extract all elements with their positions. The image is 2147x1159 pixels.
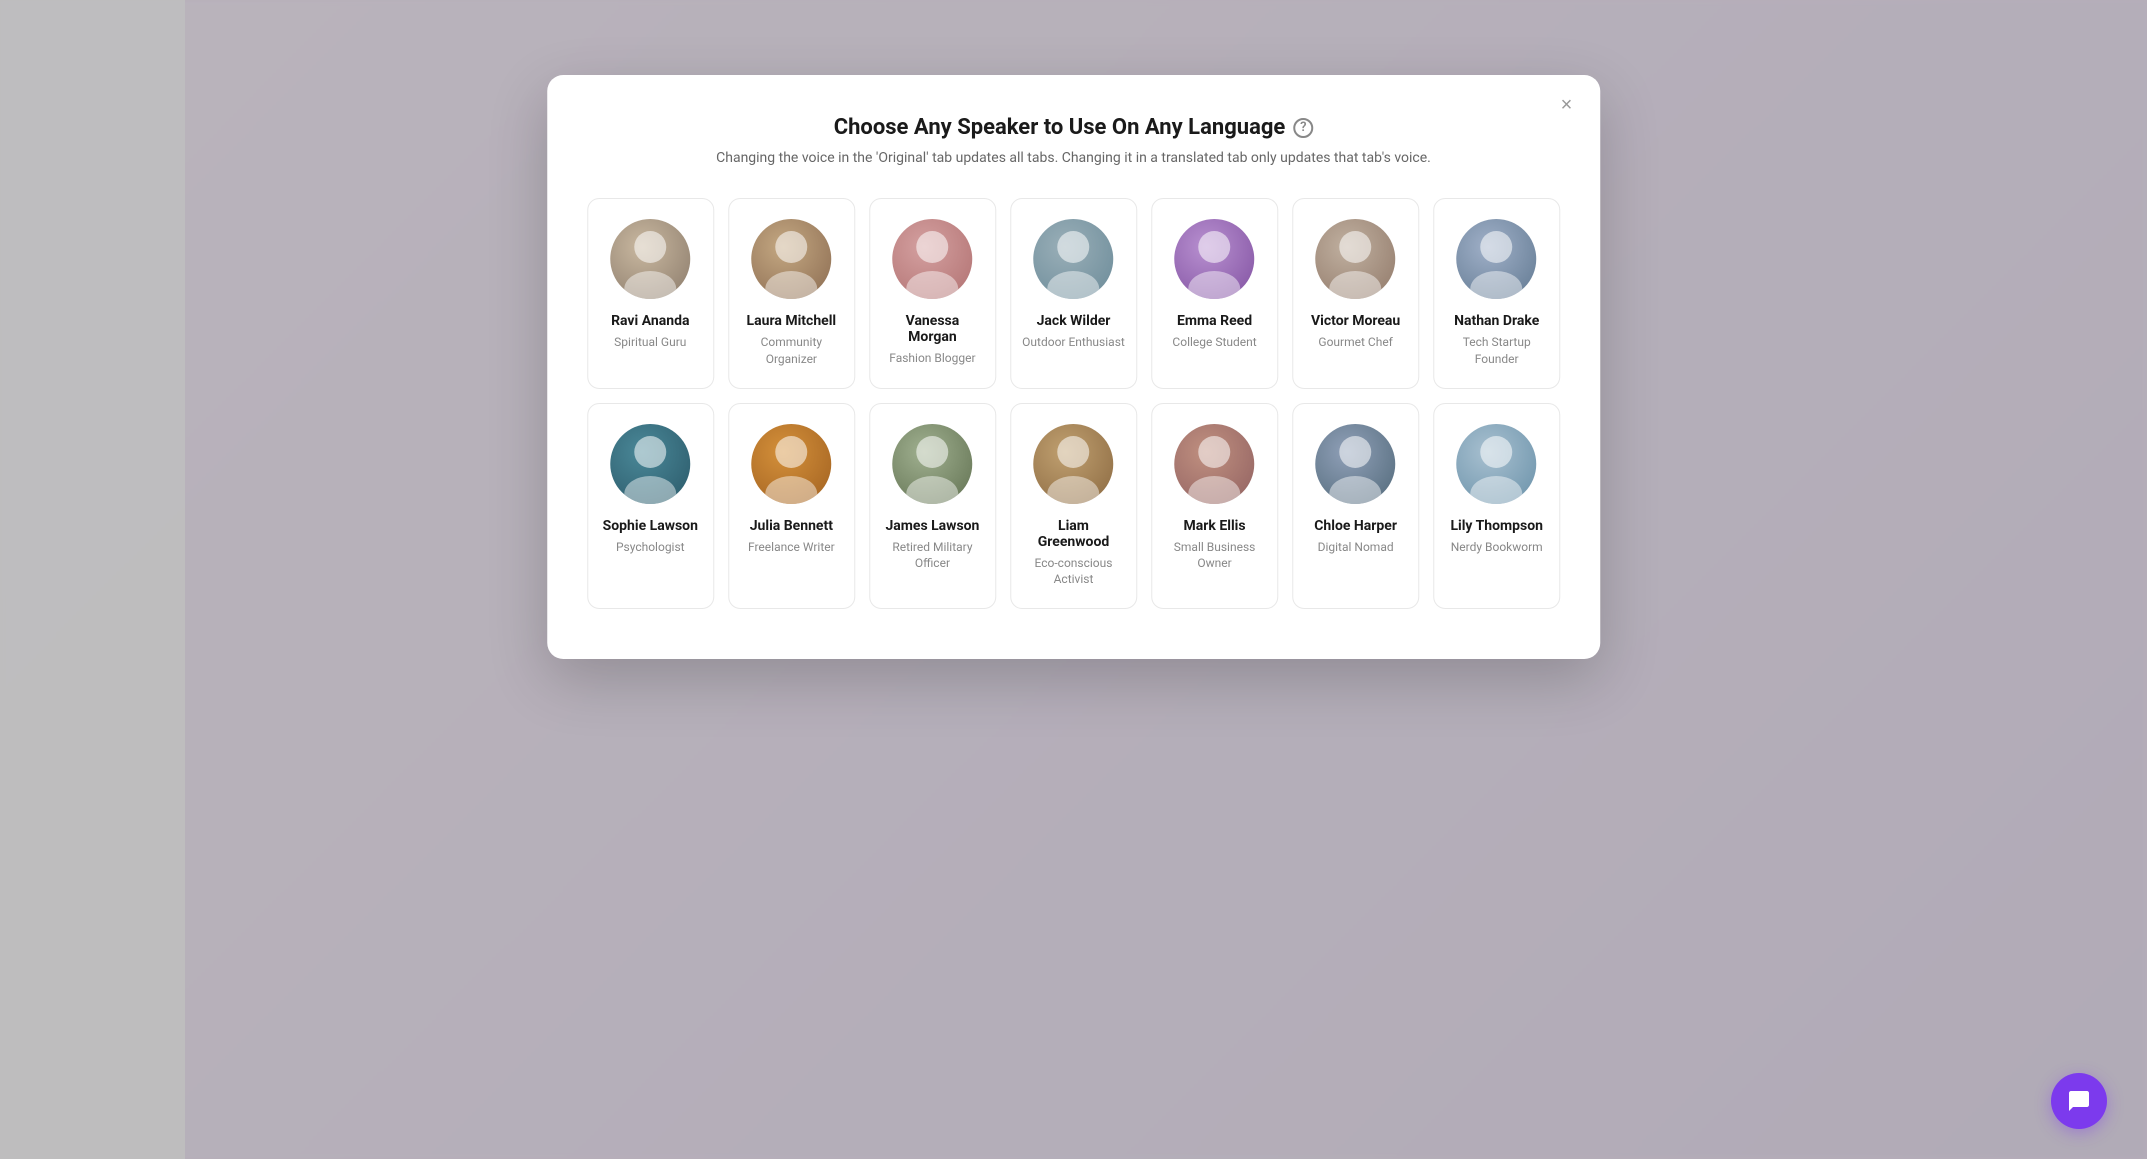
speaker-role-laura-mitchell: Community Organizer <box>739 334 844 368</box>
speaker-card-laura-mitchell[interactable]: Laura Mitchell Community Organizer <box>728 198 855 389</box>
speaker-role-victor-moreau: Gourmet Chef <box>1318 334 1392 351</box>
speaker-avatar-jack-wilder <box>1033 219 1113 299</box>
close-button[interactable]: × <box>1553 91 1581 119</box>
speaker-name-nathan-drake: Nathan Drake <box>1454 313 1539 329</box>
speaker-avatar-james-lawson <box>892 424 972 504</box>
modal-title: Choose Any Speaker to Use On Any Languag… <box>587 115 1561 140</box>
speaker-card-julia-bennett[interactable]: Julia Bennett Freelance Writer <box>728 403 855 610</box>
chat-button[interactable] <box>2051 1073 2107 1129</box>
speaker-role-sophie-lawson: Psychologist <box>616 539 685 556</box>
speaker-avatar-victor-moreau <box>1316 219 1396 299</box>
speaker-avatar-lily-thompson <box>1457 424 1537 504</box>
speaker-card-jack-wilder[interactable]: Jack Wilder Outdoor Enthusiast <box>1010 198 1137 389</box>
speaker-role-vanessa-morgan: Fashion Blogger <box>889 350 975 367</box>
speaker-avatar-mark-ellis <box>1175 424 1255 504</box>
speaker-name-emma-reed: Emma Reed <box>1177 313 1252 329</box>
speaker-role-julia-bennett: Freelance Writer <box>748 539 835 556</box>
help-icon[interactable]: ? <box>1293 118 1313 138</box>
speaker-card-mark-ellis[interactable]: Mark Ellis Small Business Owner <box>1151 403 1278 610</box>
speaker-card-chloe-harper[interactable]: Chloe Harper Digital Nomad <box>1292 403 1419 610</box>
speaker-role-emma-reed: College Student <box>1172 334 1256 351</box>
speaker-avatar-julia-bennett <box>751 424 831 504</box>
speaker-card-james-lawson[interactable]: James Lawson Retired Military Officer <box>869 403 996 610</box>
speaker-avatar-sophie-lawson <box>610 424 690 504</box>
speaker-avatar-emma-reed <box>1175 219 1255 299</box>
speaker-role-liam-greenwood: Eco-conscious Activist <box>1021 555 1126 589</box>
speaker-name-lily-thompson: Lily Thompson <box>1450 518 1543 534</box>
speaker-avatar-ravi-ananda <box>610 219 690 299</box>
speaker-card-victor-moreau[interactable]: Victor Moreau Gourmet Chef <box>1292 198 1419 389</box>
speaker-role-nathan-drake: Tech Startup Founder <box>1444 334 1549 368</box>
speaker-card-emma-reed[interactable]: Emma Reed College Student <box>1151 198 1278 389</box>
speaker-role-chloe-harper: Digital Nomad <box>1318 539 1394 556</box>
speaker-avatar-liam-greenwood <box>1033 424 1113 504</box>
chat-icon <box>2067 1089 2091 1113</box>
speaker-name-victor-moreau: Victor Moreau <box>1311 313 1400 329</box>
speaker-name-chloe-harper: Chloe Harper <box>1314 518 1397 534</box>
speaker-name-laura-mitchell: Laura Mitchell <box>747 313 837 329</box>
speaker-role-mark-ellis: Small Business Owner <box>1162 539 1267 573</box>
speaker-card-vanessa-morgan[interactable]: Vanessa Morgan Fashion Blogger <box>869 198 996 389</box>
speaker-name-julia-bennett: Julia Bennett <box>750 518 833 534</box>
speaker-selection-modal: × Choose Any Speaker to Use On Any Langu… <box>547 75 1601 659</box>
speaker-role-james-lawson: Retired Military Officer <box>880 539 985 573</box>
speaker-name-ravi-ananda: Ravi Ananda <box>611 313 689 329</box>
modal-subtitle: Changing the voice in the 'Original' tab… <box>587 150 1561 166</box>
speakers-grid: Ravi Ananda Spiritual Guru Laura Mitchell… <box>587 198 1561 609</box>
speaker-avatar-chloe-harper <box>1316 424 1396 504</box>
speaker-name-liam-greenwood: Liam Greenwood <box>1021 518 1126 550</box>
speaker-role-lily-thompson: Nerdy Bookworm <box>1451 539 1543 556</box>
speaker-avatar-laura-mitchell <box>751 219 831 299</box>
speaker-card-sophie-lawson[interactable]: Sophie Lawson Psychologist <box>587 403 714 610</box>
speaker-role-jack-wilder: Outdoor Enthusiast <box>1022 334 1125 351</box>
speaker-name-mark-ellis: Mark Ellis <box>1184 518 1246 534</box>
speaker-role-ravi-ananda: Spiritual Guru <box>614 334 686 351</box>
speaker-name-jack-wilder: Jack Wilder <box>1037 313 1111 329</box>
speaker-name-sophie-lawson: Sophie Lawson <box>603 518 698 534</box>
speaker-card-nathan-drake[interactable]: Nathan Drake Tech Startup Founder <box>1433 198 1560 389</box>
speaker-avatar-vanessa-morgan <box>892 219 972 299</box>
speaker-card-ravi-ananda[interactable]: Ravi Ananda Spiritual Guru <box>587 198 714 389</box>
speaker-name-vanessa-morgan: Vanessa Morgan <box>880 313 985 345</box>
speaker-card-lily-thompson[interactable]: Lily Thompson Nerdy Bookworm <box>1433 403 1560 610</box>
speaker-avatar-nathan-drake <box>1457 219 1537 299</box>
speaker-name-james-lawson: James Lawson <box>885 518 979 534</box>
speaker-card-liam-greenwood[interactable]: Liam Greenwood Eco-conscious Activist <box>1010 403 1137 610</box>
